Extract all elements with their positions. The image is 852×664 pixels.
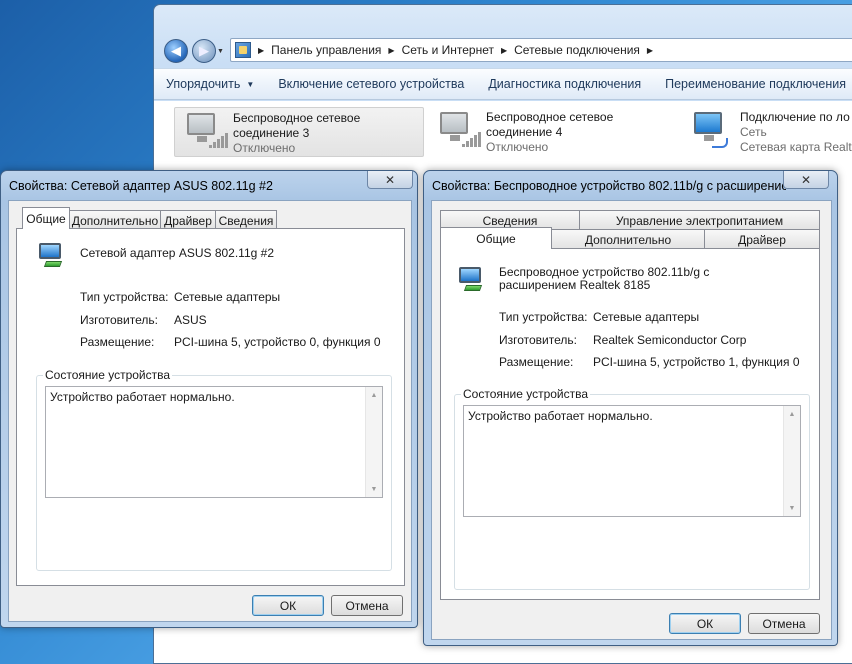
breadcrumb-control-panel[interactable]: Панель управления bbox=[271, 43, 381, 57]
scroll-down-icon[interactable]: ▼ bbox=[366, 481, 382, 497]
location-label: Размещение: bbox=[80, 335, 155, 349]
manufacturer-value: ASUS bbox=[174, 313, 207, 327]
location-label: Размещение: bbox=[499, 355, 574, 369]
tab-driver[interactable]: Драйвер bbox=[160, 210, 216, 230]
organize-label: Упорядочить bbox=[166, 77, 241, 91]
close-icon: ✕ bbox=[384, 172, 396, 187]
scroll-down-icon[interactable]: ▼ bbox=[784, 500, 800, 516]
device-type-label: Тип устройства: bbox=[80, 290, 169, 304]
connection-name-line2: Сеть bbox=[740, 125, 767, 139]
connection-item-wireless-4[interactable]: Беспроводное сетевое соединение 4 Отключен… bbox=[428, 107, 668, 157]
device-status-group-title: Состояние устройства bbox=[461, 387, 591, 401]
location-value: PCI-шина 5, устройство 0, функция 0 bbox=[174, 335, 381, 349]
breadcrumb-separator-icon[interactable]: ▶ bbox=[647, 46, 653, 55]
breadcrumb-network-internet[interactable]: Сеть и Интернет bbox=[402, 43, 494, 57]
breadcrumb-separator-icon[interactable]: ▶ bbox=[501, 46, 507, 55]
back-arrow-icon: ◀ bbox=[171, 43, 181, 58]
realtek-properties-dialog: Свойства: Беспроводное устройство 802.11… bbox=[423, 170, 838, 646]
connection-name-line2: соединение 3 bbox=[233, 126, 310, 140]
tab-general[interactable]: Общие bbox=[22, 207, 70, 229]
ok-button[interactable]: ОК bbox=[252, 595, 324, 616]
device-name-line2: расширением Realtek 8185 bbox=[499, 278, 651, 292]
scroll-up-icon[interactable]: ▲ bbox=[366, 387, 382, 403]
status-scrollbar[interactable]: ▲ ▼ bbox=[783, 406, 800, 516]
manufacturer-label: Изготовитель: bbox=[499, 333, 577, 347]
tab-advanced[interactable]: Дополнительно bbox=[551, 229, 705, 249]
rename-label: Переименование подключения bbox=[665, 77, 846, 91]
enable-device-button[interactable]: Включение сетевого устройства bbox=[266, 69, 476, 99]
close-button[interactable]: ✕ bbox=[783, 171, 829, 189]
device-status-group: Состояние устройства Устройство работает… bbox=[454, 387, 810, 590]
wireless-adapter-icon bbox=[181, 111, 228, 151]
tab-advanced[interactable]: Дополнительно bbox=[69, 210, 161, 230]
enable-device-label: Включение сетевого устройства bbox=[278, 77, 465, 91]
device-type-value: Сетевые адаптеры bbox=[593, 310, 700, 324]
tab-general[interactable]: Общие bbox=[440, 227, 552, 249]
status-scrollbar[interactable]: ▲ ▼ bbox=[365, 387, 382, 497]
general-tab-panel: Беспроводное устройство 802.11b/g с расш… bbox=[440, 248, 820, 600]
command-bar: Упорядочить ▼ Включение сетевого устройст… bbox=[154, 68, 852, 100]
close-button[interactable]: ✕ bbox=[367, 171, 413, 189]
device-status-textbox[interactable]: Устройство работает нормально. ▲ ▼ bbox=[463, 405, 801, 517]
manufacturer-label: Изготовитель: bbox=[80, 313, 158, 327]
chevron-down-icon: ▼ bbox=[246, 79, 255, 89]
network-adapter-icon bbox=[37, 241, 65, 269]
network-adapter-icon bbox=[457, 265, 485, 293]
address-bar[interactable]: ▶ Панель управления ▶ Сеть и Интернет ▶ … bbox=[230, 38, 852, 62]
device-status-group: Состояние устройства Устройство работает… bbox=[36, 368, 392, 571]
cancel-button[interactable]: Отмена bbox=[748, 613, 820, 634]
forward-button[interactable]: ▶ bbox=[192, 39, 216, 63]
dialog-client-area: Сведения Управление электропитанием Общи… bbox=[431, 200, 832, 640]
forward-arrow-icon: ▶ bbox=[199, 43, 209, 58]
dialog-title: Свойства: Сетевой адаптер ASUS 802.11g #… bbox=[9, 179, 273, 193]
general-tab-panel: Сетевой адаптер ASUS 802.11g #2 Тип устр… bbox=[16, 228, 405, 586]
tab-driver[interactable]: Драйвер bbox=[704, 229, 820, 249]
breadcrumb-network-connections[interactable]: Сетевые подключения bbox=[514, 43, 640, 57]
wireless-adapter-icon bbox=[434, 110, 481, 150]
recent-pages-dropdown-icon[interactable]: ▼ bbox=[217, 48, 224, 55]
connection-status: Отключено bbox=[486, 140, 549, 154]
connection-name-line2: соединение 4 bbox=[486, 125, 563, 139]
device-status-textbox[interactable]: Устройство работает нормально. ▲ ▼ bbox=[45, 386, 383, 498]
dialog-title: Свойства: Беспроводное устройство 802.11… bbox=[432, 179, 786, 193]
connection-name-line1: Беспроводное сетевое bbox=[233, 111, 361, 125]
organize-button[interactable]: Упорядочить ▼ bbox=[154, 69, 266, 99]
device-type-label: Тип устройства: bbox=[499, 310, 588, 324]
connection-item-lan[interactable]: Подключение по ло Сеть Сетевая карта Realt… bbox=[682, 107, 852, 157]
connection-name-line1: Беспроводное сетевое bbox=[486, 110, 614, 124]
device-status-text: Устройство работает нормально. bbox=[50, 390, 235, 404]
scroll-up-icon[interactable]: ▲ bbox=[784, 406, 800, 422]
connection-item-wireless-3[interactable]: Беспроводное сетевое соединение 3 Отключен… bbox=[174, 107, 424, 157]
tab-details[interactable]: Сведения bbox=[215, 210, 277, 230]
connection-status: Сетевая карта Realtek bbox=[740, 140, 852, 154]
diagnose-label: Диагностика подключения bbox=[488, 77, 642, 91]
connection-name-line1: Подключение по ло bbox=[740, 110, 850, 124]
device-status-group-title: Состояние устройства bbox=[43, 368, 173, 382]
diagnose-button[interactable]: Диагностика подключения bbox=[476, 69, 653, 99]
device-name-line1: Беспроводное устройство 802.11b/g с bbox=[499, 265, 710, 279]
breadcrumb-separator-icon[interactable]: ▶ bbox=[258, 46, 264, 55]
wired-adapter-icon bbox=[688, 110, 732, 150]
device-name: Сетевой адаптер ASUS 802.11g #2 bbox=[80, 246, 274, 260]
back-button[interactable]: ◀ bbox=[164, 39, 188, 63]
breadcrumb-separator-icon[interactable]: ▶ bbox=[388, 46, 394, 55]
control-panel-icon bbox=[235, 42, 251, 58]
dialog-client-area: Общие Дополнительно Драйвер Сведения Сет… bbox=[8, 200, 412, 622]
device-status-text: Устройство работает нормально. bbox=[468, 409, 653, 423]
asus-properties-dialog: Свойства: Сетевой адаптер ASUS 802.11g #… bbox=[0, 170, 418, 628]
cancel-button[interactable]: Отмена bbox=[331, 595, 403, 616]
ok-button[interactable]: ОК bbox=[669, 613, 741, 634]
close-icon: ✕ bbox=[800, 172, 812, 187]
device-type-value: Сетевые адаптеры bbox=[174, 290, 281, 304]
location-value: PCI-шина 5, устройство 1, функция 0 bbox=[593, 355, 800, 369]
rename-button[interactable]: Переименование подключения bbox=[653, 69, 852, 99]
tab-power-management[interactable]: Управление электропитанием bbox=[579, 210, 820, 230]
connection-status: Отключено bbox=[233, 141, 296, 155]
manufacturer-value: Realtek Semiconductor Corp bbox=[593, 333, 747, 347]
